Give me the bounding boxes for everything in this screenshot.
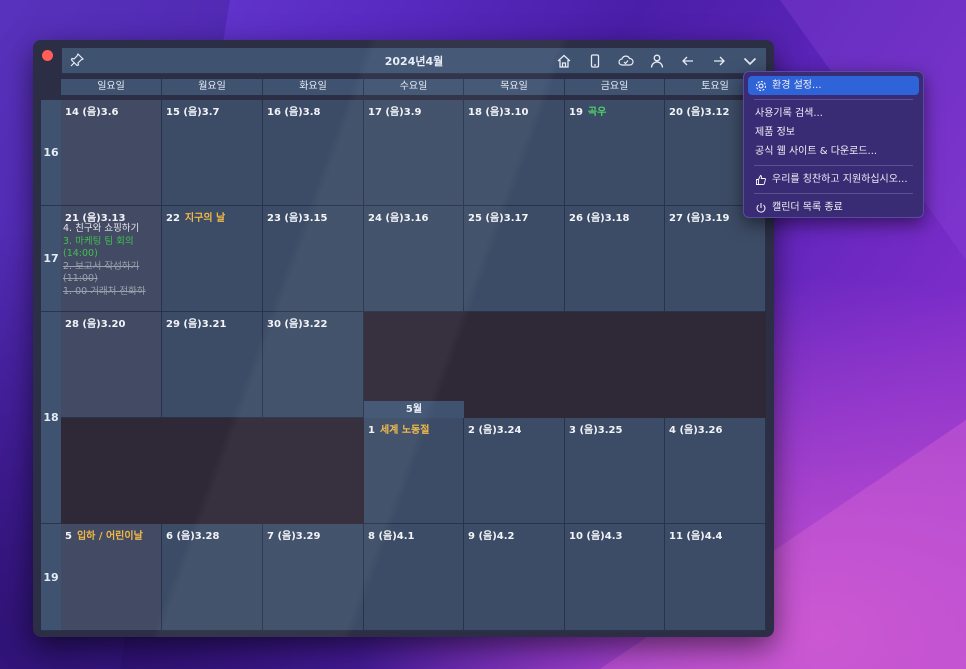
solar-term-label: 곡우 xyxy=(587,107,607,118)
day-cell[interactable]: 9 (음)4.2 xyxy=(464,524,565,631)
weekday-header-mon: 월요일 xyxy=(162,79,263,95)
day-cell[interactable]: 8 (음)4.1 xyxy=(364,524,464,631)
day-cell[interactable]: 29 (음)3.21 xyxy=(162,312,263,418)
weekday-header-wed: 수요일 xyxy=(364,79,464,95)
month-label: 5월 xyxy=(364,401,464,418)
day-cell[interactable]: 11 (음)4.4 xyxy=(665,524,766,631)
day-cell[interactable]: 1 세계 노동절 xyxy=(364,418,464,524)
calendar-grid: 일요일 월요일 화요일 수요일 목요일 금요일 토요일 16 17 18 19 … xyxy=(41,79,766,631)
weekday-header-sun: 일요일 xyxy=(61,79,162,95)
menu-separator xyxy=(754,165,913,166)
arrow-left-icon[interactable] xyxy=(678,51,698,71)
menu-item-website[interactable]: 공식 웹 사이트 & 다운로드... xyxy=(748,142,919,161)
day-cell[interactable]: 30 (음)3.22 xyxy=(263,312,364,418)
menu-item-history-search[interactable]: 사용기록 검색... xyxy=(748,104,919,123)
day-cell[interactable]: 14 (음)3.6 xyxy=(61,100,162,206)
week-number: 19 xyxy=(41,524,61,631)
event-time: (14:00) xyxy=(63,248,98,259)
day-cell[interactable]: 23 (음)3.15 xyxy=(263,206,364,312)
event-item[interactable]: 4. 친구와 쇼핑하기 xyxy=(63,223,159,236)
day-cell[interactable]: 4 (음)3.26 xyxy=(665,418,766,524)
close-window-button[interactable] xyxy=(42,50,53,61)
day-cell[interactable]: 25 (음)3.17 xyxy=(464,206,565,312)
menu-separator xyxy=(754,99,913,100)
event-item[interactable]: 1. 00 거래처 전화하 xyxy=(63,286,159,299)
event-item[interactable]: 2. 보고서 작성하기 xyxy=(63,261,159,274)
weekday-header-tue: 화요일 xyxy=(263,79,364,95)
day-cell[interactable]: 22 지구의 날 xyxy=(162,206,263,312)
empty-area xyxy=(61,418,364,524)
day-cell[interactable]: 28 (음)3.20 xyxy=(61,312,162,418)
cloud-check-icon[interactable] xyxy=(616,51,636,71)
calendar-titlebar: 2024년4월 xyxy=(62,48,766,74)
thumbs-up-icon xyxy=(755,174,767,186)
empty-area xyxy=(464,401,766,418)
day-cell[interactable]: 19 곡우 xyxy=(565,100,665,206)
menu-item-product-info[interactable]: 제품 정보 xyxy=(748,123,919,142)
event-item[interactable]: 3. 마케팅 팀 회의 xyxy=(63,236,159,249)
menu-separator xyxy=(754,193,913,194)
arrow-right-icon[interactable] xyxy=(709,51,729,71)
day-cell[interactable]: 27 (음)3.19 xyxy=(665,206,766,312)
event-list: 4. 친구와 쇼핑하기 3. 마케팅 팀 회의 (14:00) 2. 보고서 작… xyxy=(63,223,159,298)
home-icon[interactable] xyxy=(554,51,574,71)
gear-icon xyxy=(755,80,767,92)
holiday-label: 입하 / 어린이날 xyxy=(76,531,143,542)
day-cell[interactable]: 18 (음)3.10 xyxy=(464,100,565,206)
day-cell[interactable]: 2 (음)3.24 xyxy=(464,418,565,524)
event-time: (11:00) xyxy=(63,273,98,284)
day-cell[interactable]: 7 (음)3.29 xyxy=(263,524,364,631)
day-cell[interactable]: 3 (음)3.25 xyxy=(565,418,665,524)
day-cell[interactable]: 10 (음)4.3 xyxy=(565,524,665,631)
person-icon[interactable] xyxy=(647,51,667,71)
day-cell[interactable]: 26 (음)3.18 xyxy=(565,206,665,312)
week-number: 16 xyxy=(41,100,61,206)
dropdown-menu: 환경 설정... 사용기록 검색... 제품 정보 공식 웹 사이트 & 다운로… xyxy=(743,71,924,218)
empty-area xyxy=(364,312,766,401)
day-cell[interactable]: 21 (음)3.13 4. 친구와 쇼핑하기 3. 마케팅 팀 회의 (14:0… xyxy=(61,206,162,312)
week-number: 17 xyxy=(41,206,61,312)
menu-item-support[interactable]: 우리를 칭찬하고 지원하십시오... xyxy=(748,170,919,189)
holiday-label: 지구의 날 xyxy=(184,213,226,224)
menu-item-quit[interactable]: 캘린더 목록 종료 xyxy=(748,198,919,217)
weekday-header-fri: 금요일 xyxy=(565,79,665,95)
phone-icon[interactable] xyxy=(585,51,605,71)
weekday-header-thu: 목요일 xyxy=(464,79,565,95)
day-cell[interactable]: 17 (음)3.9 xyxy=(364,100,464,206)
day-cell[interactable]: 6 (음)3.28 xyxy=(162,524,263,631)
day-cell[interactable]: 24 (음)3.16 xyxy=(364,206,464,312)
chevron-down-icon[interactable] xyxy=(740,51,760,71)
week-number: 18 xyxy=(41,312,61,524)
day-cell[interactable]: 16 (음)3.8 xyxy=(263,100,364,206)
holiday-label: 세계 노동절 xyxy=(379,425,430,436)
calendar-window: 2024년4월 일요일 월요일 화요일 수요일 목요일 금요일 토요일 16 1… xyxy=(33,40,774,637)
day-cell[interactable]: 5 입하 / 어린이날 xyxy=(61,524,162,631)
menu-item-preferences[interactable]: 환경 설정... xyxy=(748,76,919,95)
day-cell[interactable]: 15 (음)3.7 xyxy=(162,100,263,206)
power-icon xyxy=(755,202,767,214)
